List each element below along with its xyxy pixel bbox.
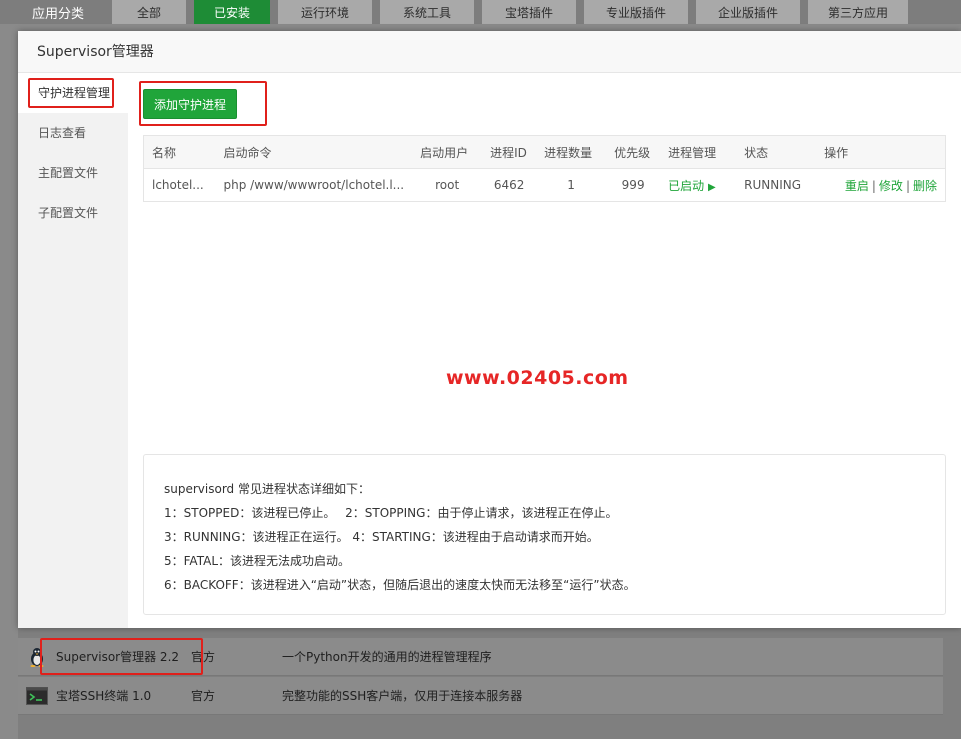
- category-label: 应用分类: [32, 6, 85, 22]
- action-separator: |: [905, 178, 910, 193]
- process-table: 名称 启动命令 启动用户 进程ID 进程数量 优先级 进程管理 状态 操作 lc…: [143, 135, 946, 202]
- col-header-priority: 优先级: [606, 135, 661, 169]
- cell-count: 1: [567, 178, 575, 192]
- col-header-user: 启动用户: [412, 135, 483, 169]
- cell-pid: 6462: [493, 178, 525, 192]
- plugin-description: 一个Python开发的通用的进程管理程序: [282, 650, 492, 664]
- cell-user: root: [435, 178, 460, 192]
- watermark-text: www.02405.com: [446, 367, 629, 389]
- category-tab-bt-plugins[interactable]: 宝塔插件: [482, 0, 576, 24]
- info-line: 5：FATAL：该进程无法成功启动。: [164, 554, 351, 568]
- cell-command: php /www/wwwroot/lchotel.l...: [223, 178, 405, 192]
- info-line: 3：RUNNING：该进程正在运行。 4：STARTING：该进程由于启动请求而…: [164, 530, 599, 544]
- cell-actions: 重启 | 修改 | 删除: [816, 169, 945, 202]
- plugin-type: 官方: [191, 650, 216, 664]
- category-bar: 应用分类 全部 已安装 运行环境 系统工具 宝塔插件 专业版插件 企业版插件 第…: [0, 0, 961, 24]
- info-line: 1：STOPPED：该进程已停止。 2：STOPPING：由于停止请求，该进程正…: [164, 506, 618, 520]
- action-separator: |: [871, 178, 876, 193]
- sidebar-item-main-config[interactable]: 主配置文件: [18, 153, 128, 193]
- col-header-manage: 进程管理: [660, 135, 737, 169]
- table-header-row: 名称 启动命令 启动用户 进程ID 进程数量 优先级 进程管理 状态 操作: [143, 135, 946, 169]
- plugin-name: Supervisor管理器 2.2: [56, 650, 180, 664]
- play-icon[interactable]: ▶: [708, 182, 716, 193]
- plugin-description: 完整功能的SSH客户端，仅用于连接本服务器: [282, 689, 523, 703]
- col-header-status: 状态: [736, 135, 817, 169]
- cell-manage[interactable]: 已启动 ▶: [660, 169, 736, 202]
- cell-name: lchotel...: [152, 178, 204, 192]
- supervisor-manager-dialog: Supervisor管理器 守护进程管理 日志查看 主配置文件 子配置文件 添加…: [18, 31, 961, 628]
- dialog-sidebar: 守护进程管理 日志查看 主配置文件 子配置文件: [18, 73, 128, 628]
- dialog-title: Supervisor管理器: [18, 31, 961, 73]
- status-info-box: supervisord 常见进程状态详细如下： 1：STOPPED：该进程已停止…: [143, 454, 946, 615]
- col-header-name: 名称: [143, 135, 216, 169]
- table-row: lchotel... php /www/wwwroot/lchotel.l...…: [144, 169, 946, 202]
- info-line: 6：BACKOFF：该进程进入“启动”状态，但随后退出的速度太快而无法移至“运行…: [164, 578, 636, 592]
- plugin-row-supervisor[interactable]: Supervisor管理器 2.2 官方 一个Python开发的通用的进程管理程…: [18, 638, 943, 676]
- info-line: supervisord 常见进程状态详细如下：: [164, 482, 370, 496]
- col-header-command: 启动命令: [215, 135, 413, 169]
- category-tab-pro-plugins[interactable]: 专业版插件: [584, 0, 688, 24]
- plugin-type: 官方: [191, 689, 216, 703]
- cell-status: RUNNING: [744, 178, 802, 192]
- sidebar-item-daemon-management[interactable]: 守护进程管理: [18, 73, 128, 113]
- category-tab-runtime[interactable]: 运行环境: [278, 0, 372, 24]
- col-header-pid: 进程ID: [482, 135, 537, 169]
- plugin-name: 宝塔SSH终端 1.0: [56, 689, 152, 703]
- restart-link[interactable]: 重启: [845, 179, 869, 193]
- sidebar-item-log-view[interactable]: 日志查看: [18, 113, 128, 153]
- cell-priority: 999: [621, 178, 645, 192]
- sidebar-item-sub-config[interactable]: 子配置文件: [18, 193, 128, 233]
- process-started-label[interactable]: 已启动: [668, 179, 704, 193]
- plugin-row-ssh-terminal[interactable]: 宝塔SSH终端 1.0 官方 完整功能的SSH客户端，仅用于连接本服务器: [18, 677, 943, 715]
- dialog-content: 添加守护进程 名称 启动命令 启动用户 进程ID 进程数量 优先级 进程管理 状…: [128, 73, 961, 628]
- edit-link[interactable]: 修改: [879, 179, 903, 193]
- col-header-actions: 操作: [816, 135, 946, 169]
- col-header-count: 进程数量: [536, 135, 607, 169]
- delete-link[interactable]: 删除: [913, 179, 937, 193]
- category-tab-enterprise-plugins[interactable]: 企业版插件: [696, 0, 800, 24]
- add-daemon-button[interactable]: 添加守护进程: [143, 89, 237, 119]
- linux-penguin-icon: [26, 646, 48, 668]
- category-tab-all[interactable]: 全部: [112, 0, 186, 24]
- category-tab-system-tools[interactable]: 系统工具: [380, 0, 474, 24]
- category-tab-installed[interactable]: 已安装: [194, 0, 270, 24]
- category-tab-third-party[interactable]: 第三方应用: [808, 0, 908, 24]
- terminal-icon: [26, 685, 48, 707]
